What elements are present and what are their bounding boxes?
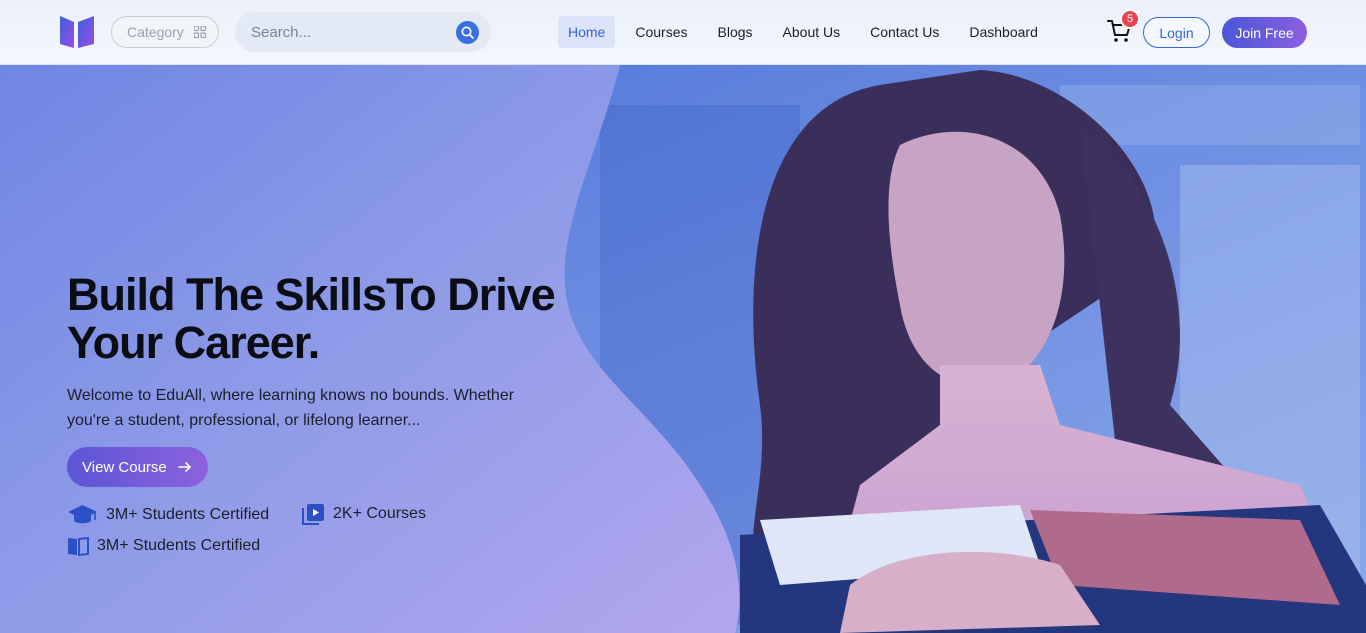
nav-courses[interactable]: Courses bbox=[625, 16, 697, 48]
hero-description-line1: Welcome to EduAll, where learning knows … bbox=[67, 387, 515, 404]
top-header: Category Search... Home Courses Blogs Ab… bbox=[0, 0, 1366, 65]
nav-dashboard[interactable]: Dashboard bbox=[959, 16, 1048, 48]
stat-text: 2K+ Courses bbox=[333, 505, 426, 522]
arrow-right-icon bbox=[178, 462, 191, 472]
nav-blogs[interactable]: Blogs bbox=[708, 16, 763, 48]
category-dropdown[interactable]: Category bbox=[111, 16, 219, 48]
search-icon bbox=[461, 26, 474, 39]
hero-title-line1: Build The SkillsTo Drive bbox=[67, 269, 556, 320]
main-nav: Home Courses Blogs About Us Contact Us D… bbox=[558, 16, 1058, 48]
stat-courses: 2K+ Courses bbox=[302, 503, 426, 525]
login-button[interactable]: Login bbox=[1143, 17, 1210, 48]
hero-title-line2: Your Career. bbox=[67, 317, 320, 368]
view-course-label: View Course bbox=[82, 458, 167, 476]
stat-text: 3M+ Students Certified bbox=[106, 506, 270, 523]
hero-title: Build The SkillsTo Drive Your Career. bbox=[67, 271, 607, 367]
eduall-logo[interactable] bbox=[58, 14, 96, 50]
hero-section: Build The SkillsTo Drive Your Career. We… bbox=[0, 65, 1366, 633]
nav-home[interactable]: Home bbox=[558, 16, 616, 48]
stat-students-certified: 3M+ Students Certified bbox=[67, 503, 269, 527]
nav-contact-us[interactable]: Contact Us bbox=[860, 16, 949, 48]
join-free-button[interactable]: Join Free bbox=[1222, 17, 1307, 48]
cart-count-badge: 5 bbox=[1120, 9, 1140, 29]
view-course-button[interactable]: View Course bbox=[67, 447, 208, 487]
graduation-cap-icon bbox=[68, 505, 97, 524]
search-button[interactable] bbox=[456, 21, 479, 44]
nav-about-us[interactable]: About Us bbox=[773, 16, 851, 48]
stat-text: 3M+ Students Certified bbox=[97, 537, 261, 554]
book-icon bbox=[68, 536, 89, 556]
hero-description-line2: you're a student, professional, or lifel… bbox=[67, 412, 421, 429]
category-label: Category bbox=[127, 24, 184, 40]
hero-description: Welcome to EduAll, where learning knows … bbox=[67, 383, 567, 433]
stat-students-certified-2: 3M+ Students Certified bbox=[67, 536, 260, 556]
search-placeholder: Search... bbox=[251, 23, 312, 41]
video-play-icon bbox=[302, 504, 324, 525]
search-input[interactable]: Search... bbox=[235, 12, 491, 52]
grid-icon bbox=[194, 26, 206, 38]
